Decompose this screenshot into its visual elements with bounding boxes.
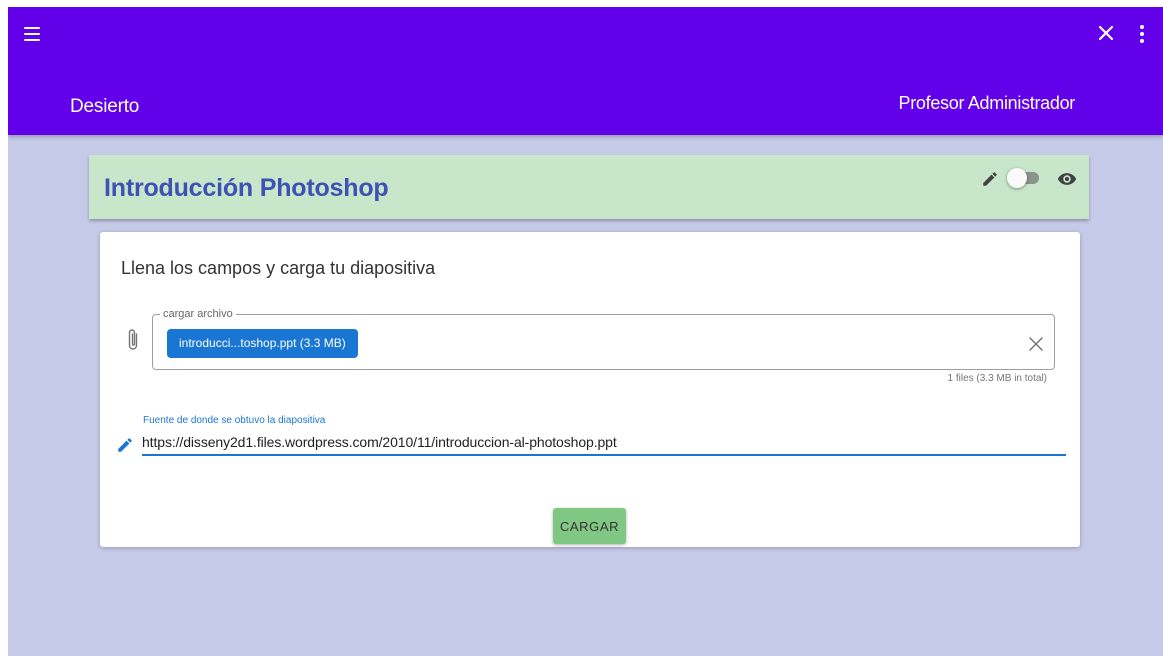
app-container: Desierto Profesor Administrador Introduc… xyxy=(8,7,1163,656)
course-header-card: Introducción Photoshop xyxy=(89,155,1089,219)
form-heading: Llena los campos y carga tu diapositiva xyxy=(121,258,436,278)
paperclip-icon xyxy=(128,329,138,350)
upload-form-card: Llena los campos y carga tu diapositiva … xyxy=(100,232,1080,547)
hamburger-menu-icon[interactable] xyxy=(24,27,40,41)
toggle-thumb xyxy=(1007,168,1027,188)
close-icon[interactable] xyxy=(1098,25,1114,41)
more-vert-icon[interactable] xyxy=(1138,25,1146,43)
upload-button[interactable]: CARGAR xyxy=(553,508,626,544)
files-summary: 1 files (3.3 MB in total) xyxy=(947,373,1047,384)
source-url-input[interactable] xyxy=(142,429,1066,456)
file-upload-field[interactable]: cargar archivo introducci...toshop.ppt (… xyxy=(152,308,1055,370)
visibility-toggle[interactable] xyxy=(1007,168,1043,188)
app-toolbar: Desierto Profesor Administrador xyxy=(8,7,1163,135)
app-title: Desierto xyxy=(70,96,140,117)
eye-icon[interactable] xyxy=(1057,169,1077,189)
pencil-icon[interactable] xyxy=(981,170,999,188)
pencil-icon xyxy=(118,438,132,452)
source-field-label: Fuente de donde se obtuvo la diapositiva xyxy=(143,415,326,426)
clear-icon[interactable] xyxy=(1029,337,1043,351)
user-name: Profesor Administrador xyxy=(898,93,1076,113)
course-title: Introducción Photoshop xyxy=(104,174,389,202)
file-chip[interactable]: introducci...toshop.ppt (3.3 MB) xyxy=(167,329,358,358)
file-field-label: cargar archivo xyxy=(160,308,236,320)
